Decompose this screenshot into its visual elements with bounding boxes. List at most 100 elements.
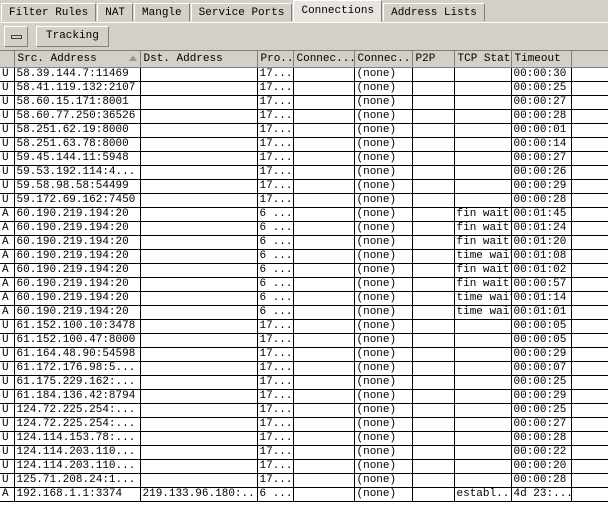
redaction-speck	[173, 310, 177, 314]
redaction-speck	[166, 407, 171, 411]
cell-p2p	[412, 123, 455, 138]
table-row[interactable]: A 60.190.219.194:20 6 ... (none) time wait 00…	[0, 249, 608, 264]
redaction-speck	[204, 295, 208, 299]
collapse-button[interactable]	[4, 26, 28, 47]
table-row[interactable]: U 58.39.144.7:11469 17... (none) 00:00:30	[0, 67, 608, 82]
table-row[interactable]: U 61.184.136.42:8794 17... (none) 00:00:29	[0, 389, 608, 404]
redaction-speck	[192, 182, 196, 186]
cell-tcp	[454, 81, 512, 96]
redaction-speck	[173, 196, 177, 200]
table-row[interactable]: U 61.164.48.90:54598 17... (none) 00:00:29	[0, 347, 608, 362]
cell-flag: U	[0, 333, 15, 348]
table-row[interactable]: U 59.172.69.162:7450 17... (none) 00:00:28	[0, 193, 608, 208]
cell-con2: (none)	[354, 417, 413, 432]
cell-pro: 17...	[257, 179, 294, 194]
table-row[interactable]: U 59.58.98.58:54499 17... (none) 00:00:29	[0, 179, 608, 194]
table-row[interactable]: U 58.60.15.171:8001 17... (none) 00:00:27	[0, 95, 608, 110]
table-row[interactable]: A 192.168.1.1:3374 219.133.96.180:... 6 ...…	[0, 487, 608, 502]
connections-table-container[interactable]: Src. AddressDst. AddressPro...Connec...C…	[0, 50, 608, 531]
cell-p2p	[412, 165, 455, 180]
cell-flag: U	[0, 347, 15, 362]
redaction-speck	[166, 240, 171, 244]
table-row[interactable]: A 60.190.219.194:20 6 ... (none) fin wait 00:…	[0, 263, 608, 278]
table-row[interactable]: A 60.190.219.194:20 6 ... (none) fin wait 00:…	[0, 221, 608, 236]
cell-src: 58.60.15.171:8001	[14, 95, 141, 110]
table-row[interactable]: U 124.72.225.254:... 17... (none) 00:00:27	[0, 417, 608, 432]
redaction-speck	[204, 406, 208, 410]
cell-flag: U	[0, 445, 15, 460]
table-row[interactable]: U 59.53.192.114:4... 17... (none) 00:00:26	[0, 165, 608, 180]
column-header-con2[interactable]: Connec...	[354, 51, 413, 68]
table-row[interactable]: U 58.251.62.19:8000 17... (none) 00:00:01	[0, 123, 608, 138]
cell-pro: 17...	[257, 389, 294, 404]
tracking-button[interactable]: Tracking	[36, 26, 109, 47]
cell-flag: A	[0, 277, 15, 292]
cell-dst-redacted	[140, 403, 258, 418]
cell-src: 61.184.136.42:8794	[14, 389, 141, 404]
cell-dst-redacted	[140, 291, 258, 306]
redaction-speck	[204, 257, 208, 261]
table-header: Src. AddressDst. AddressPro...Connec...C…	[0, 51, 608, 68]
redaction-speck	[192, 407, 196, 411]
redaction-speck	[228, 420, 232, 424]
redaction-speck	[173, 155, 177, 159]
cell-con1	[293, 291, 355, 306]
redaction-speck	[173, 352, 177, 356]
table-row[interactable]: U 124.114.203.110... 17... (none) 00:00:22	[0, 445, 608, 460]
cell-tcp	[454, 445, 512, 460]
redaction-speck	[228, 196, 232, 200]
table-row[interactable]: A 60.190.219.194:20 6 ... (none) time wait 00…	[0, 291, 608, 306]
column-header-con1[interactable]: Connec...	[293, 51, 355, 68]
table-row[interactable]: U 124.114.203.110... 17... (none) 00:00:20	[0, 459, 608, 474]
column-header-dst[interactable]: Dst. Address	[140, 51, 258, 68]
table-row[interactable]: U 61.152.100.47:8000 17... (none) 00:00:05	[0, 333, 608, 348]
table-row[interactable]: A 60.190.219.194:20 6 ... (none) fin wait 00:…	[0, 207, 608, 222]
cell-dst-redacted	[140, 193, 258, 208]
column-header-filler[interactable]	[571, 51, 608, 68]
column-header-tout[interactable]: Timeout	[511, 51, 572, 68]
tab-connections[interactable]: Connections	[293, 0, 383, 22]
table-row[interactable]: U 58.251.63.78:8000 17... (none) 00:00:14	[0, 137, 608, 152]
table-row[interactable]: A 60.190.219.194:20 6 ... (none) time wait 00…	[0, 305, 608, 320]
table-row[interactable]: U 125.71.208.24:1... 17... (none) 00:00:28	[0, 473, 608, 488]
cell-flag: A	[0, 487, 15, 502]
cell-filler	[571, 361, 608, 376]
redaction-speck	[173, 224, 177, 228]
redaction-speck	[242, 324, 246, 328]
tab-filter-rules[interactable]: Filter Rules	[1, 3, 97, 22]
cell-p2p	[412, 305, 455, 320]
table-row[interactable]: U 59.45.144.11:5948 17... (none) 00:00:27	[0, 151, 608, 166]
redaction-speck	[192, 226, 196, 230]
tab-address-lists[interactable]: Address Lists	[383, 3, 485, 22]
table-row[interactable]: U 124.114.153.78:... 17... (none) 00:00:28	[0, 431, 608, 446]
table-row[interactable]: U 124.72.225.254:... 17... (none) 00:00:25	[0, 403, 608, 418]
cell-con2: (none)	[354, 361, 413, 376]
column-header-flag[interactable]	[0, 51, 15, 68]
redaction-speck	[242, 70, 246, 74]
column-header-src[interactable]: Src. Address	[14, 51, 141, 68]
column-header-pro[interactable]: Pro...	[257, 51, 294, 68]
cell-filler	[571, 389, 608, 404]
table-row[interactable]: U 61.152.100.10:3478 17... (none) 00:00:05	[0, 319, 608, 334]
cell-filler	[571, 375, 608, 390]
table-row[interactable]: U 61.172.176.98:5... 17... (none) 00:00:07	[0, 361, 608, 376]
cell-p2p	[412, 235, 455, 250]
tab-nat[interactable]: NAT	[97, 3, 134, 22]
redaction-speck	[242, 197, 246, 201]
table-row[interactable]: U 61.175.229.162:... 17... (none) 00:00:25	[0, 375, 608, 390]
redaction-speck	[235, 448, 240, 452]
tab-mangle[interactable]: Mangle	[134, 3, 190, 22]
table-row[interactable]: A 60.190.219.194:20 6 ... (none) fin wait 00:…	[0, 277, 608, 292]
table-row[interactable]: U 58.41.119.132:2107 17... (none) 00:00:25	[0, 81, 608, 96]
column-header-p2p[interactable]: P2P	[412, 51, 455, 68]
table-row[interactable]: U 58.60.77.250:36526 17... (none) 00:00:28	[0, 109, 608, 124]
cell-filler	[571, 193, 608, 208]
tab-service-ports[interactable]: Service Ports	[190, 3, 293, 22]
cell-tcp: fin wait	[454, 263, 512, 278]
redaction-speck	[166, 71, 171, 75]
cell-p2p	[412, 249, 455, 264]
cell-tout: 00:00:28	[511, 109, 572, 124]
redaction-speck	[192, 351, 196, 355]
table-row[interactable]: A 60.190.219.194:20 6 ... (none) fin wait 00:…	[0, 235, 608, 250]
column-header-tcp[interactable]: TCP State	[454, 51, 512, 68]
